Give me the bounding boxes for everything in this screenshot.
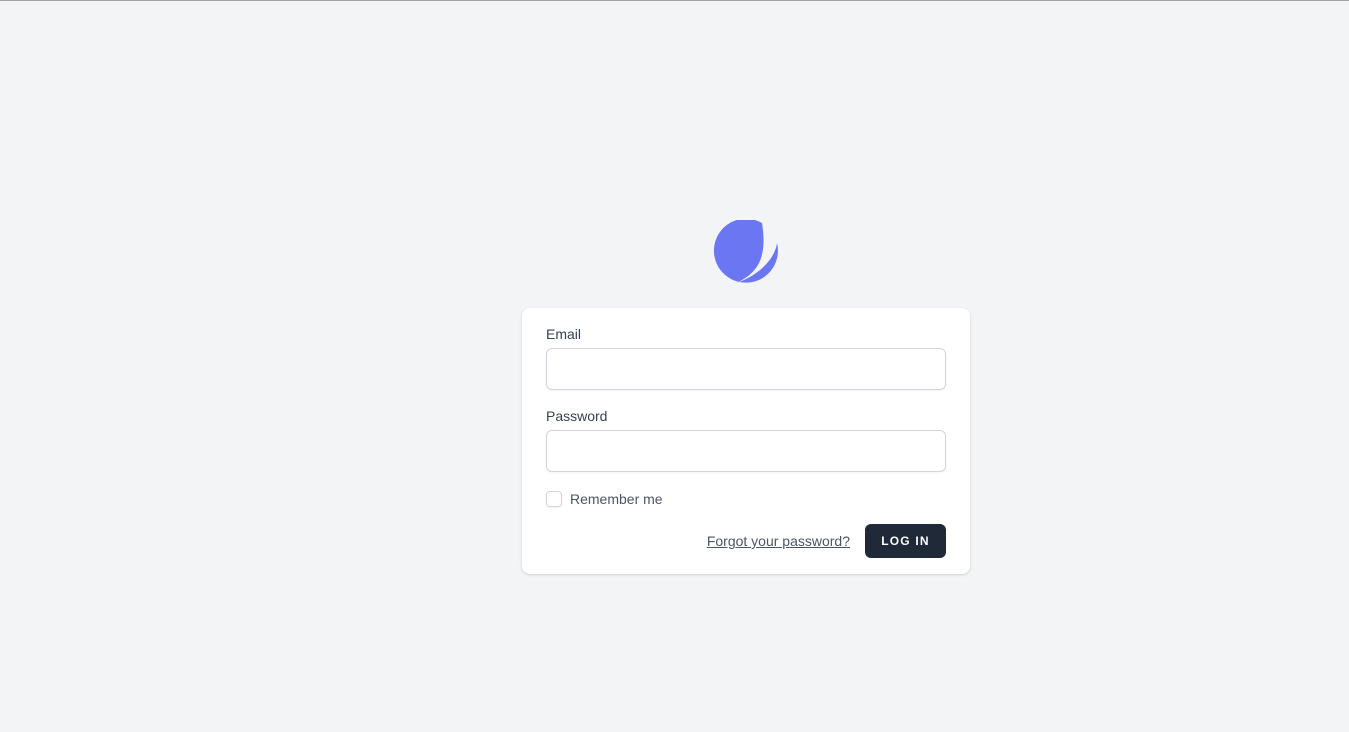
forgot-password-link[interactable]: Forgot your password?	[707, 531, 850, 551]
app-logo-icon[interactable]	[713, 218, 779, 286]
password-label: Password	[546, 408, 608, 424]
email-input[interactable]	[546, 348, 946, 390]
remember-me-label[interactable]: Remember me	[570, 489, 663, 509]
email-label: Email	[546, 326, 582, 342]
password-input[interactable]	[546, 430, 946, 472]
login-button[interactable]: LOG IN	[865, 524, 946, 558]
logo-shape	[713, 218, 778, 283]
remember-me-checkbox[interactable]	[546, 491, 562, 507]
login-card: Email Password Remember me Forgot your p…	[522, 308, 970, 574]
remember-me-row[interactable]: Remember me	[546, 489, 663, 509]
